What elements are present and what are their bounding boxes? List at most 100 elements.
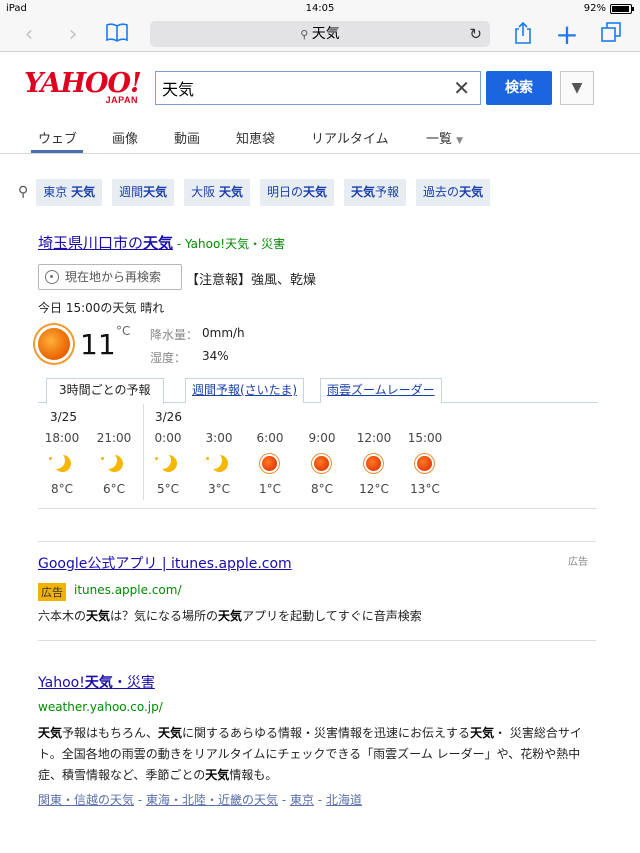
- share-icon[interactable]: [510, 21, 536, 48]
- forecast-time: 15:00: [407, 431, 443, 445]
- forecast-temp: 5°C: [156, 482, 179, 496]
- clear-icon[interactable]: ✕: [453, 76, 470, 100]
- tab-web[interactable]: ウェブ: [38, 128, 77, 147]
- ad-result-title[interactable]: Google公式アプリ | itunes.apple.com: [38, 553, 292, 573]
- sun-icon: [403, 455, 447, 473]
- tab-rain-radar[interactable]: 雨雲ズームレーダー: [320, 378, 442, 403]
- reload-icon[interactable]: ↻: [469, 21, 482, 47]
- related-chip[interactable]: 東京 天気: [36, 178, 103, 206]
- moon-icon: [146, 455, 190, 473]
- result-sitelinks: 関東・信越の天気 - 東海・北陸・近畿の天気 - 東京 - 北海道: [38, 793, 362, 807]
- sitelink[interactable]: 東海・北陸・近畿の天気: [146, 793, 278, 807]
- active-tab-indicator: [31, 150, 83, 153]
- moon-icon: [92, 455, 136, 473]
- forecast-date: 3/26: [155, 410, 182, 424]
- tab-chiebukuro[interactable]: 知恵袋: [236, 128, 275, 147]
- forecast-temp: 13°C: [410, 482, 440, 496]
- related-chip[interactable]: 大阪 天気: [184, 178, 250, 206]
- status-bar: iPad 14:05 92%: [0, 0, 640, 18]
- tab-realtime[interactable]: リアルタイム: [311, 128, 389, 147]
- forecast-time: 12:00: [356, 431, 392, 445]
- back-icon[interactable]: ‹: [16, 22, 42, 48]
- forecast-time: 6:00: [256, 431, 284, 445]
- divider: [38, 541, 596, 542]
- browser-toolbar: ‹ › ⚲ 天気 ↻ +: [0, 18, 640, 52]
- ad-badge: 広告: [38, 583, 66, 601]
- url-search-icon: ⚲: [300, 28, 312, 41]
- tab-videos[interactable]: 動画: [174, 128, 200, 147]
- forecast-temp: 3°C: [207, 482, 230, 496]
- new-tab-icon[interactable]: +: [554, 21, 580, 49]
- chevron-down-icon: ▼: [571, 80, 583, 96]
- sitelink[interactable]: 関東・信越の天気: [38, 793, 134, 807]
- weather-source: - Yahoo!天気・災害: [173, 237, 286, 251]
- result-description: 天気予報はもちろん、天気に関するあらゆる情報・災害情報を迅速にお伝えする天気・ …: [38, 726, 582, 782]
- sunny-icon: [38, 328, 70, 360]
- forecast-temp: 1°C: [258, 482, 281, 496]
- moon-icon: [40, 455, 84, 473]
- search-button[interactable]: 検索: [486, 71, 552, 105]
- logo-subtext: JAPAN: [105, 95, 138, 105]
- search-icon: ⚲: [18, 184, 29, 200]
- ad-label: 広告: [568, 557, 588, 568]
- ad-result-url: itunes.apple.com/: [74, 583, 182, 597]
- sitelink[interactable]: 東京: [290, 793, 314, 807]
- tab-weekly-forecast[interactable]: 週間予報(さいたま): [185, 378, 305, 403]
- precip-label: 降水量：: [150, 328, 199, 342]
- yahoo-japan-logo[interactable]: YAHOO! JAPAN: [24, 68, 142, 106]
- precip-value: 0mm/h: [202, 326, 245, 340]
- related-chip[interactable]: 過去の天気: [416, 178, 491, 206]
- search-input[interactable]: [156, 72, 436, 104]
- forecast-temp: 8°C: [50, 482, 73, 496]
- clock: 14:05: [305, 3, 335, 14]
- forecast-time: 21:00: [96, 431, 132, 445]
- related-chip[interactable]: 明日の天気: [259, 178, 335, 206]
- forecast-temp: 8°C: [310, 482, 333, 496]
- search-tabs: ウェブ 画像 動画 知恵袋 リアルタイム 一覧 ▼: [0, 124, 640, 154]
- forecast-tabs: 3時間ごとの予報 週間予報(さいたま) 雨雲ズームレーダー: [38, 378, 598, 404]
- tab-list[interactable]: 一覧 ▼: [426, 128, 463, 147]
- related-chip[interactable]: 週間天気: [112, 178, 175, 206]
- divider: [38, 640, 596, 641]
- result-url: weather.yahoo.co.jp/: [38, 700, 163, 714]
- search-options-button[interactable]: ▼: [560, 71, 594, 105]
- battery-level: [612, 5, 629, 12]
- forecast-temp: 6°C: [102, 482, 125, 496]
- tabs-icon[interactable]: [598, 22, 624, 48]
- weather-result-title: 埼玉県川口市の天気 - Yahoo!天気・災害: [38, 232, 285, 253]
- battery-icon: [610, 3, 634, 14]
- today-summary: 今日 15:00の天気 晴れ: [38, 301, 165, 315]
- related-searches: ⚲ 東京 天気 週間天気 大阪 天気 明日の天気 天気予報 過去の天気: [18, 178, 500, 206]
- result-title[interactable]: Yahoo!天気・災害: [38, 672, 155, 692]
- forecast-time: 3:00: [205, 431, 233, 445]
- weather-title-link[interactable]: 埼玉県川口市の天気: [38, 234, 173, 252]
- related-chip[interactable]: 天気予報: [344, 178, 407, 206]
- logo-text: YAHOO!: [24, 68, 142, 99]
- moon-icon: [197, 455, 241, 473]
- tab-list-label: 一覧: [426, 132, 453, 147]
- divider: [38, 508, 596, 509]
- tab-3hour-forecast[interactable]: 3時間ごとの予報: [46, 378, 164, 404]
- url-bar[interactable]: ⚲ 天気 ↻: [150, 21, 490, 47]
- humidity-label: 湿度：: [150, 351, 187, 365]
- tab-images[interactable]: 画像: [112, 128, 138, 147]
- bookmarks-icon[interactable]: [104, 22, 130, 48]
- sun-icon: [300, 455, 344, 473]
- battery-indicator: 92%: [583, 3, 634, 14]
- forecast-temp: 12°C: [359, 482, 389, 496]
- forecast-date: 3/25: [50, 410, 77, 424]
- temperature-unit: °C: [116, 324, 131, 338]
- search-box: ✕: [155, 71, 481, 105]
- battery-percent: 92%: [583, 3, 606, 14]
- current-temperature: 11: [80, 328, 116, 361]
- sun-icon: [248, 455, 292, 473]
- sun-icon: [352, 455, 396, 473]
- ad-result-description: 六本木の天気は？気になる場所の天気アプリを起動してすぐに音声検索: [38, 609, 422, 623]
- relocate-button[interactable]: 現在地から再検索: [38, 264, 182, 290]
- forward-icon[interactable]: ›: [60, 22, 86, 48]
- url-text: 天気: [311, 26, 340, 42]
- sitelink[interactable]: 北海道: [326, 793, 362, 807]
- forecast-time: 9:00: [308, 431, 336, 445]
- forecast-time: 18:00: [44, 431, 80, 445]
- caret-down-icon: ▼: [456, 136, 464, 146]
